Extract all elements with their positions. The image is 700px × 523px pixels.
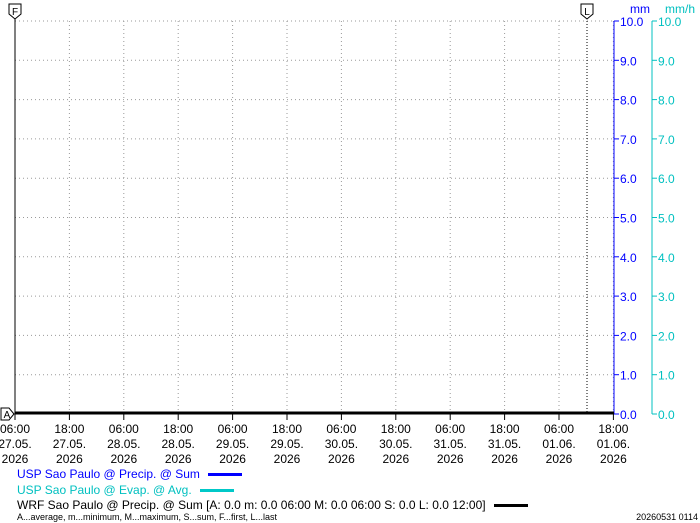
legend-swatch [493,504,528,508]
y-tick-label: 6.0 [658,172,675,186]
y-tick-label: 2.0 [620,329,637,343]
y-tick-label: 6.0 [620,172,637,186]
legend-item-usp-precip: USP Sao Paulo @ Precip. @ Sum [17,467,242,481]
y-axis-unit: mm [630,2,650,16]
y-tick-label: 8.0 [658,94,675,108]
legend-footnote: A...average, m...minimum, M...maximum, S… [17,512,278,522]
x-tick-label-date: 30.05. [379,437,412,451]
y-tick-label: 5.0 [658,212,675,226]
y-tick-label: 4.0 [620,251,637,265]
x-tick-label-date: 27.05. [53,437,86,451]
x-tick-label-date: 30.05. [325,437,358,451]
y-tick-label: 9.0 [620,54,637,68]
x-tick-label-year: 2026 [274,452,301,466]
x-tick-label-date: 28.05. [107,437,140,451]
x-tick-label-date: 01.06. [597,437,630,451]
x-tick-label-date: 01.06. [542,437,575,451]
y-axis-unit: mm/h [665,2,695,16]
x-tick-label-year: 2026 [382,452,409,466]
timestamp: 20260531 0114 [636,512,698,522]
y-tick-label: 1.0 [658,369,675,383]
y-tick-label: 7.0 [658,133,675,147]
x-tick-label-time: 06:00 [435,422,465,436]
x-tick-label-year: 2026 [219,452,246,466]
first-marker-label: F [12,7,18,18]
chart: 06:0027.05.202618:0027.05.202606:0028.05… [0,2,695,466]
x-tick-label-time: 18:00 [490,422,520,436]
last-marker-label: L [584,7,590,18]
x-tick-label-year: 2026 [437,452,464,466]
y-tick-label: 4.0 [658,251,675,265]
x-tick-label-time: 06:00 [0,422,30,436]
y-tick-label: 10.0 [658,15,682,29]
x-tick-label-time: 06:00 [218,422,248,436]
y-tick-label: 9.0 [658,54,675,68]
x-tick-label-year: 2026 [110,452,137,466]
x-tick-label-date: 29.05. [270,437,303,451]
x-tick-label-date: 29.05. [216,437,249,451]
legend-swatch [199,489,234,493]
y-tick-label: 3.0 [658,290,675,304]
x-tick-label-date: 27.05. [0,437,32,451]
x-tick-label-time: 18:00 [272,422,302,436]
x-tick-label-date: 31.05. [488,437,521,451]
x-tick-label-year: 2026 [328,452,355,466]
x-tick-label-year: 2026 [600,452,627,466]
x-tick-label-year: 2026 [546,452,573,466]
legend-label: WRF Sao Paulo @ Precip. @ Sum [A: 0.0 m:… [17,498,486,512]
legend-item-usp-evap: USP Sao Paulo @ Evap. @ Avg. [17,483,234,497]
x-tick-label-date: 28.05. [162,437,195,451]
x-tick-label-year: 2026 [165,452,192,466]
y-tick-label: 10.0 [620,15,644,29]
x-tick-label-time: 06:00 [109,422,139,436]
y-tick-label: 0.0 [620,408,637,422]
y-tick-label: 7.0 [620,133,637,147]
x-tick-label-time: 18:00 [381,422,411,436]
x-tick-label-time: 18:00 [54,422,84,436]
x-tick-label-date: 31.05. [434,437,467,451]
average-marker-label: A [4,410,11,421]
y-tick-label: 1.0 [620,369,637,383]
y-tick-label: 3.0 [620,290,637,304]
y-tick-label: 2.0 [658,329,675,343]
x-tick-label-time: 06:00 [544,422,574,436]
x-tick-label-time: 06:00 [326,422,356,436]
x-tick-label-year: 2026 [2,452,29,466]
y-tick-label: 8.0 [620,94,637,108]
legend-label: USP Sao Paulo @ Precip. @ Sum [17,467,200,481]
x-tick-label-time: 18:00 [163,422,193,436]
y-tick-label: 0.0 [658,408,675,422]
legend-label: USP Sao Paulo @ Evap. @ Avg. [17,483,192,497]
x-tick-label-time: 18:00 [598,422,628,436]
x-tick-label-year: 2026 [491,452,518,466]
legend-swatch [207,473,242,477]
legend-item-wrf-precip: WRF Sao Paulo @ Precip. @ Sum [A: 0.0 m:… [17,498,528,512]
x-tick-label-year: 2026 [56,452,83,466]
y-tick-label: 5.0 [620,212,637,226]
